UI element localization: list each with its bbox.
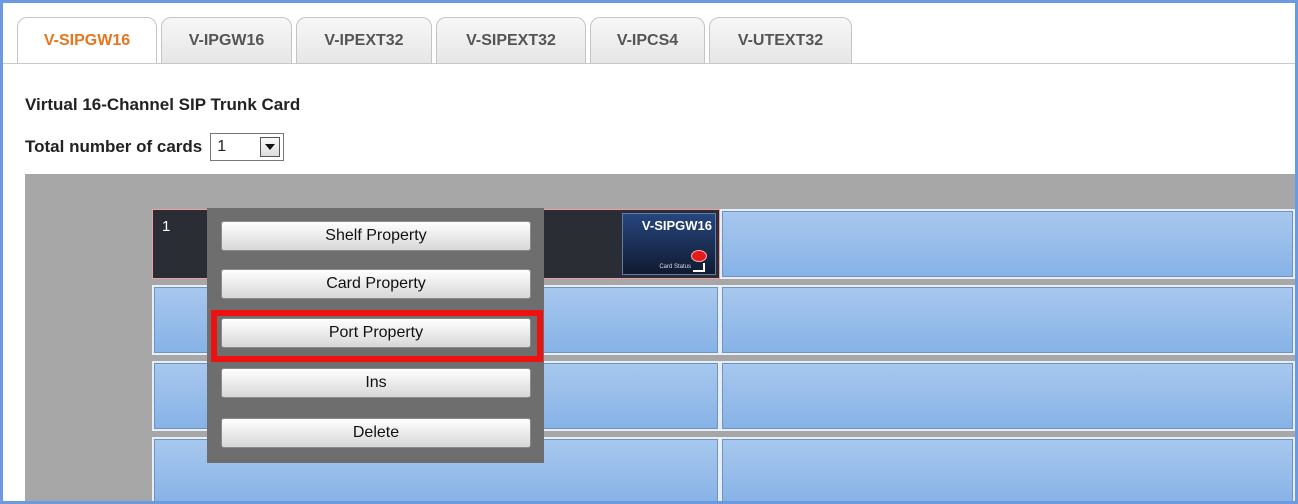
card-slot[interactable]: [720, 285, 1295, 355]
card-count-value: 1: [217, 138, 227, 155]
tab-divider: [3, 63, 1295, 64]
card-status-label: Card Status: [659, 264, 691, 270]
card-count-row: Total number of cards 1: [25, 133, 285, 161]
tab-v-ipgw16[interactable]: V-IPGW16: [161, 17, 292, 63]
tab-v-utext32[interactable]: V-UTEXT32: [709, 17, 852, 63]
card-count-select[interactable]: 1: [210, 133, 285, 161]
status-connector-icon: [693, 263, 705, 272]
card-property-button[interactable]: Card Property: [221, 269, 531, 299]
card-slot[interactable]: [720, 209, 1295, 279]
card-count-label: Total number of cards: [25, 137, 203, 156]
tab-v-ipcs4[interactable]: V-IPCS4: [590, 17, 705, 63]
card-status-led-icon: [691, 250, 707, 262]
card-type-label: V-SIPGW16: [641, 218, 712, 233]
ins-button[interactable]: Ins: [221, 368, 531, 398]
card-slot[interactable]: [720, 361, 1295, 431]
card-type-badge: V-SIPGW16 Card Status: [622, 213, 716, 275]
tab-v-ipext32[interactable]: V-IPEXT32: [296, 17, 432, 63]
card-slot[interactable]: [720, 437, 1295, 501]
tab-v-sipgw16[interactable]: V-SIPGW16: [17, 17, 157, 64]
tab-v-sipext32[interactable]: V-SIPEXT32: [436, 17, 586, 63]
card-slot-number: 1: [162, 218, 171, 235]
dropdown-button[interactable]: [260, 137, 281, 157]
delete-button[interactable]: Delete: [221, 418, 531, 448]
tab-bar: V-SIPGW16 V-IPGW16 V-IPEXT32 V-SIPEXT32 …: [3, 3, 1295, 64]
port-property-highlight: [211, 310, 543, 362]
page-title: Virtual 16-Channel SIP Trunk Card: [25, 95, 301, 114]
chevron-down-icon: [265, 144, 276, 150]
shelf-property-button[interactable]: Shelf Property: [221, 221, 531, 251]
card-config-panel: V-SIPGW16 V-IPGW16 V-IPEXT32 V-SIPEXT32 …: [0, 0, 1298, 504]
